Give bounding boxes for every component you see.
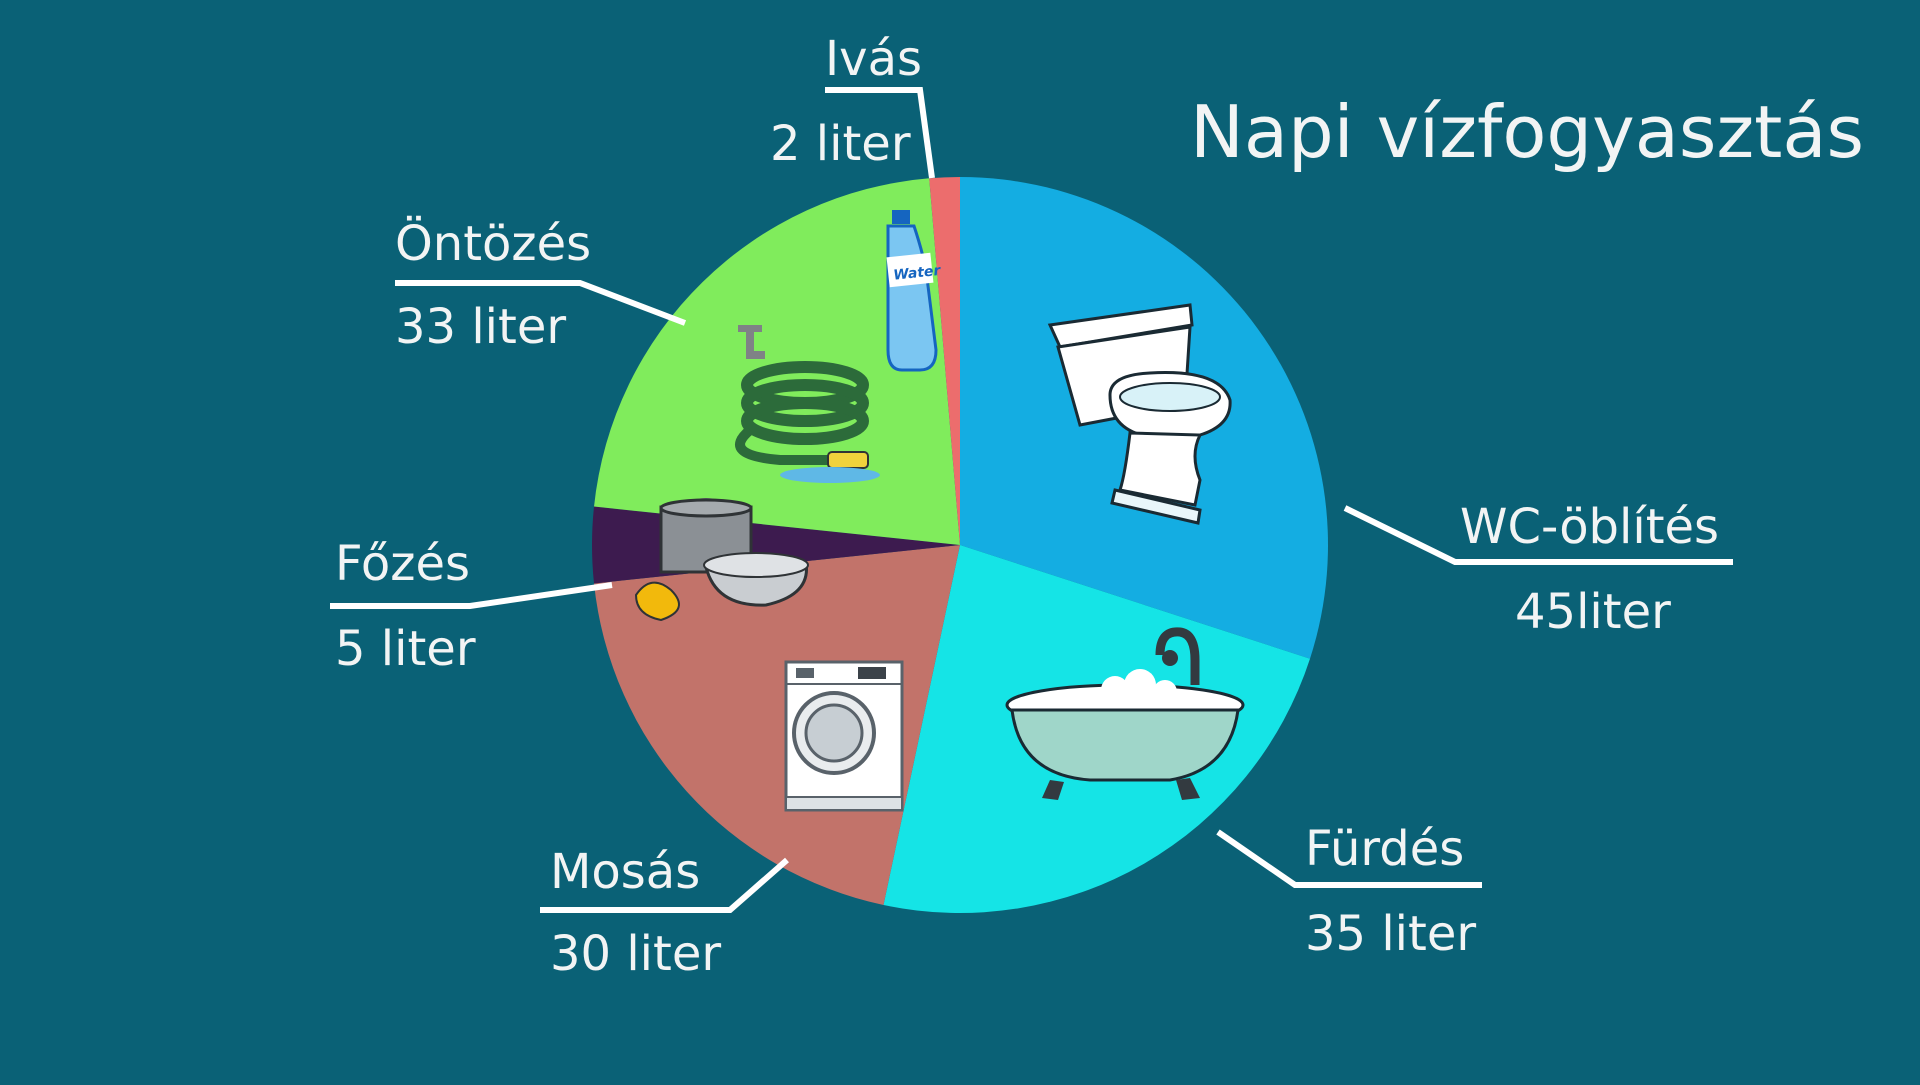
chart-title: Napi vízfogyasztás	[1190, 90, 1864, 174]
value-furdes: 35 liter	[1305, 906, 1476, 962]
label-ontozes: Öntözés	[395, 216, 591, 272]
value-ivas: 2 liter	[770, 116, 911, 172]
label-wc: WC-öblítés	[1460, 499, 1719, 555]
value-mosas: 30 liter	[550, 926, 721, 982]
label-mosas: Mosás	[550, 844, 700, 900]
infographic: Water Napi vízfogyasztás Ivás 2 liter Ön…	[0, 0, 1920, 1080]
label-fozes: Főzés	[335, 536, 470, 592]
label-ivas: Ivás	[825, 31, 922, 87]
label-furdes: Fürdés	[1305, 821, 1464, 877]
value-wc: 45liter	[1515, 584, 1671, 640]
value-fozes: 5 liter	[335, 621, 476, 677]
pie-chart: Water Napi vízfogyasztás Ivás 2 liter Ön…	[330, 31, 1864, 982]
value-ontozes: 33 liter	[395, 299, 566, 355]
washing-machine-icon	[784, 660, 904, 812]
